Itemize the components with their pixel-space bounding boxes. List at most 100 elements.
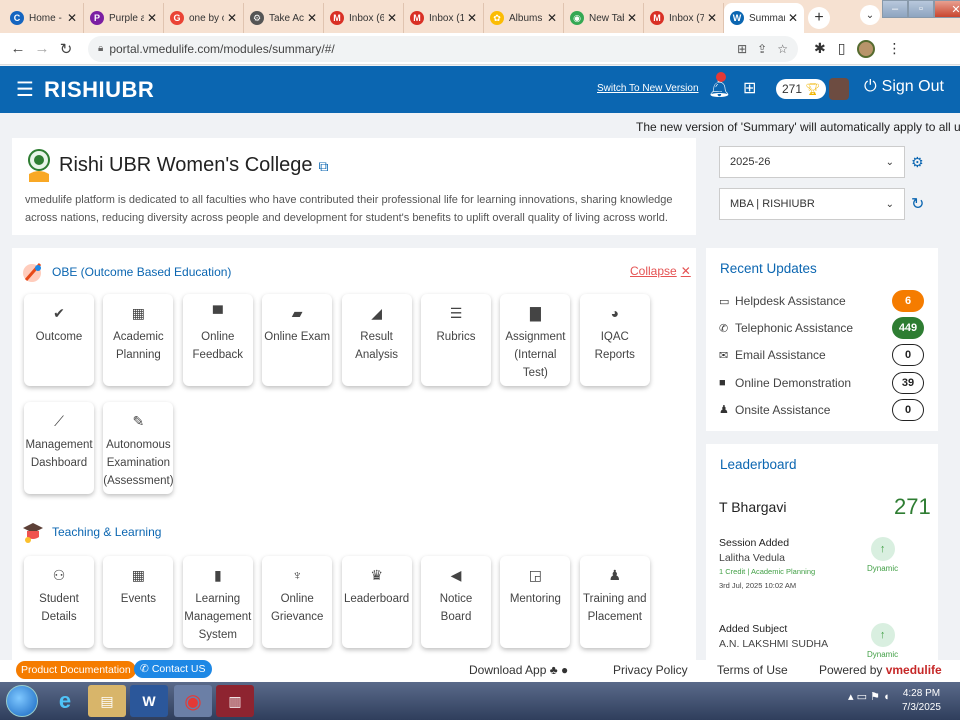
recent-update-item[interactable]: ✉ Email Assistance 0 <box>719 344 924 367</box>
file-explorer-icon[interactable]: ▤ <box>88 685 126 717</box>
terms-of-use-link[interactable]: Terms of Use <box>717 663 788 677</box>
dynamic-label: Dynamic <box>867 564 899 573</box>
module-tile-leaderboard[interactable]: ♛ Leaderboard <box>341 556 412 648</box>
tab-close-icon[interactable]: ✕ <box>387 11 397 25</box>
graduation-cap-icon <box>23 523 43 543</box>
trophy-icon: ♛ <box>370 566 383 583</box>
reload-icon[interactable]: ↻ <box>56 40 76 58</box>
tab-close-icon[interactable]: ✕ <box>227 11 237 25</box>
module-tile-events[interactable]: ▦ Events <box>103 556 174 648</box>
tab-close-icon[interactable]: ✕ <box>788 11 798 25</box>
privacy-policy-link[interactable]: Privacy Policy <box>613 663 688 677</box>
sign-out-button[interactable]: ⏻ Sign Out <box>864 78 944 96</box>
tab-close-icon[interactable]: ✕ <box>707 11 717 25</box>
internet-explorer-icon[interactable]: e <box>46 685 84 717</box>
tab-search-icon[interactable]: ⌄ <box>860 5 880 25</box>
sidepanel-icon[interactable]: ▯ <box>838 40 846 57</box>
recent-update-item[interactable]: ■ Online Demonstration 39 <box>719 371 924 394</box>
chrome-taskbar-icon[interactable]: ◉ <box>174 685 212 717</box>
module-tile-iqac-reports[interactable]: ◕ IQAC Reports <box>579 294 650 386</box>
external-link-icon[interactable]: ⧉ <box>319 158 329 174</box>
url-text: portal.vmedulife.com/modules/summary/#/ <box>109 41 335 56</box>
browser-tab[interactable]: ✿ Albums -✕ <box>484 3 564 33</box>
browser-tab[interactable]: ◉ New Tab ✕ <box>564 3 644 33</box>
bookmark-star-icon[interactable]: ☆ <box>777 42 788 56</box>
download-app-link[interactable]: Download App ♣ ● <box>469 663 568 677</box>
tab-label: New Tab <box>589 12 624 24</box>
maximize-button[interactable]: ▫ <box>908 0 934 18</box>
browser-tab[interactable]: W Summar ✕ <box>724 3 804 33</box>
notification-bell-icon[interactable]: 🔔︎ <box>708 72 731 99</box>
tab-close-icon[interactable]: ✕ <box>547 11 557 25</box>
profile-avatar[interactable] <box>857 39 876 58</box>
tab-close-icon[interactable]: ✕ <box>467 11 477 25</box>
tab-close-icon[interactable]: ✕ <box>307 11 317 25</box>
academic-year-select[interactable]: 2025-26 ⌄ <box>719 146 905 178</box>
module-tile-online-exam[interactable]: ▰ Online Exam <box>262 294 333 386</box>
share-icon[interactable]: ⇪ <box>757 42 767 56</box>
word-icon[interactable]: W <box>130 685 168 717</box>
program-select[interactable]: MBA | RISHIUBR ⌄ <box>719 188 905 220</box>
tab-close-icon[interactable]: ✕ <box>627 11 637 25</box>
refresh-icon[interactable]: ↻ <box>911 194 924 214</box>
new-tab-button[interactable]: + <box>808 7 830 29</box>
checklist-icon: ☰ <box>449 304 463 321</box>
brand-name: RISHIUBR <box>43 76 155 102</box>
module-tile-autonomous-examination-assessment[interactable]: ✎ Autonomous Examination (Assessment) <box>103 402 174 494</box>
hamburger-menu-icon[interactable]: ☰ <box>16 77 34 102</box>
product-documentation-button[interactable]: Product Documentation <box>16 661 136 679</box>
browser-tab[interactable]: C Home - C✕ <box>4 3 84 33</box>
leaderboard-title[interactable]: Leaderboard <box>720 457 797 472</box>
collapse-button[interactable]: Collapse ✕ <box>630 264 691 278</box>
recent-update-item[interactable]: ▭ Helpdesk Assistance 6 <box>719 290 924 312</box>
module-tile-training-and-placement[interactable]: ♟ Training and Placement <box>579 556 650 648</box>
module-tile-notice-board[interactable]: ◀ Notice Board <box>421 556 491 648</box>
gmail-icon: M <box>650 11 664 25</box>
lock-icon[interactable]: 🔒︎ <box>98 43 103 54</box>
college-description: vmedulife platform is dedicated to all f… <box>25 194 673 224</box>
module-tile-management-dashboard[interactable]: ⟋ Management Dashboard <box>24 402 94 494</box>
module-tile-outcome[interactable]: ✔ Outcome <box>24 294 94 386</box>
minimize-button[interactable]: – <box>882 0 908 18</box>
browser-tab[interactable]: P Purple ar✕ <box>84 3 164 33</box>
start-button[interactable] <box>6 685 38 717</box>
browser-tab[interactable]: Gone by o ✕ <box>164 3 244 33</box>
tile-label: Outcome <box>35 331 83 343</box>
tab-close-icon[interactable]: ✕ <box>67 11 77 25</box>
module-tile-rubrics[interactable]: ☰ Rubrics <box>421 294 491 386</box>
winrar-icon[interactable]: ▥ <box>216 685 254 717</box>
module-tile-academic-planning[interactable]: ▦ Academic Planning <box>103 294 174 386</box>
url-field[interactable]: 🔒︎ portal.vmedulife.com/modules/summary/… <box>88 35 798 62</box>
browser-tab[interactable]: M Inbox (11✕ <box>404 3 484 33</box>
module-tile-online-grievance[interactable]: ♆ Online Grievance <box>262 556 333 648</box>
close-window-button[interactable]: ✕ <box>934 0 960 18</box>
module-tile-assignment-internal-test[interactable]: ▇ Assignment (Internal Test) <box>500 294 571 386</box>
module-tile-learning-management-system[interactable]: ▮ Learning Management System <box>182 556 253 648</box>
contact-us-button[interactable]: ✆ Contact US <box>134 660 212 678</box>
module-tile-result-analysis[interactable]: ◢ Result Analysis <box>341 294 412 386</box>
browser-menu-icon[interactable]: ⋮ <box>887 40 901 57</box>
browser-tab[interactable]: ⚙ Take Acti✕ <box>244 3 324 33</box>
user-avatar[interactable] <box>829 78 849 100</box>
points-badge[interactable]: 271 🏆︎ <box>776 79 827 99</box>
module-tile-mentoring[interactable]: ◲ Mentoring <box>500 556 571 648</box>
forward-icon[interactable]: → <box>32 40 52 57</box>
app-header: ☰ RISHIUBR Switch To New Version 🔔︎ ⊞ 27… <box>0 66 960 113</box>
module-tile-online-feedback[interactable]: ▀ Online Feedback <box>182 294 253 386</box>
browser-tab[interactable]: M Inbox (60✕ <box>324 3 404 33</box>
module-tile-student-details[interactable]: ⚇ Student Details <box>24 556 94 648</box>
settings-gear-icon[interactable]: ⚙ <box>911 154 924 171</box>
back-icon[interactable]: ← <box>8 40 28 57</box>
recent-update-item[interactable]: ✆ Telephonic Assistance 449 <box>719 317 924 340</box>
taskbar-clock[interactable]: 4:28 PM 7/3/2025 <box>902 687 941 715</box>
browser-tab[interactable]: M Inbox (78✕ <box>644 3 724 33</box>
apps-grid-icon[interactable]: ⊞ <box>743 78 756 98</box>
tab-close-icon[interactable]: ✕ <box>147 11 157 25</box>
translate-icon[interactable]: ⊞ <box>737 42 747 56</box>
switch-version-link[interactable]: Switch To New Version <box>597 83 699 94</box>
recent-update-item[interactable]: ♟ Onsite Assistance 0 <box>719 398 924 421</box>
college-title: Rishi UBR Women's College ⧉ <box>59 154 329 177</box>
tab-label: Inbox (78 <box>669 12 704 24</box>
extensions-icon[interactable]: ✱ <box>814 40 826 57</box>
system-tray[interactable]: ▴ ▭ ⚑ ◖ <box>848 690 890 703</box>
